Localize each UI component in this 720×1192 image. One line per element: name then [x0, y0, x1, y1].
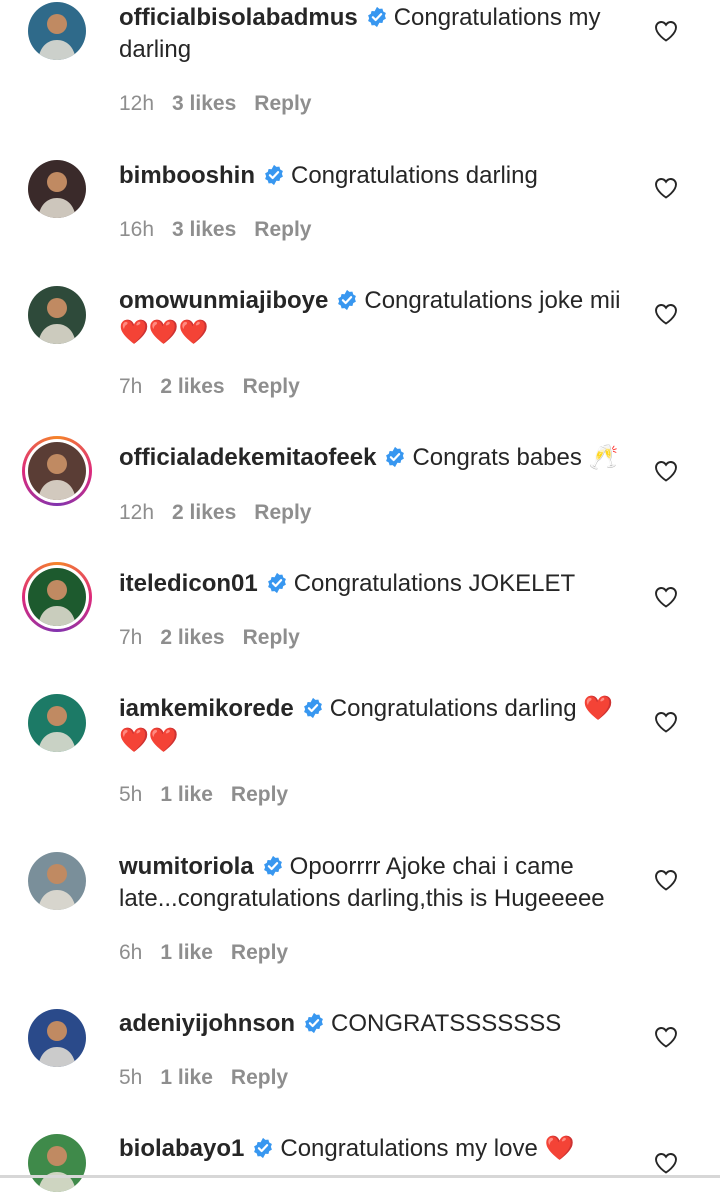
comment-meta: 5h 1 like Reply	[119, 783, 306, 807]
avatar[interactable]	[28, 160, 86, 218]
verified-badge-icon	[252, 1136, 274, 1159]
reply-button[interactable]: Reply	[231, 941, 288, 964]
comment-body: bimbooshin Congratulations darling	[119, 160, 639, 192]
verified-badge-icon	[366, 5, 388, 28]
comment-body: iamkemikorede Congratulations darling ❤️❤…	[119, 693, 639, 757]
verified-badge-icon	[266, 571, 288, 594]
avatar[interactable]	[28, 1134, 86, 1192]
comment-timestamp: 7h	[119, 375, 143, 398]
reply-button[interactable]: Reply	[231, 1066, 288, 1089]
verified-badge-icon	[262, 854, 284, 877]
comment-likes-count[interactable]: 1 like	[160, 941, 213, 964]
comment-timestamp: 16h	[119, 218, 155, 241]
avatar[interactable]	[28, 1009, 86, 1067]
heart-outline-icon[interactable]	[654, 20, 678, 42]
reply-button[interactable]: Reply	[243, 626, 300, 649]
verified-badge-icon	[303, 1011, 325, 1034]
comment-body: officialadekemitaofeek Congrats babes 🥂	[119, 442, 639, 474]
comment-timestamp: 12h	[119, 92, 155, 115]
comment-body: officialbisolabadmus Congratulations my d…	[119, 2, 639, 66]
heart-outline-icon[interactable]	[654, 869, 678, 891]
comment-body: omowunmiajiboye Congratulations joke mii❤…	[119, 285, 639, 349]
avatar[interactable]	[28, 286, 86, 344]
heart-outline-icon[interactable]	[654, 1152, 678, 1174]
comment-meta: 6h 1 like Reply	[119, 941, 306, 965]
verified-badge-icon	[336, 288, 358, 311]
comment-body: biolabayo1 Congratulations my love ❤️	[119, 1133, 639, 1165]
comment-likes-count[interactable]: 1 like	[160, 783, 213, 806]
comment-likes-count[interactable]: 2 likes	[172, 501, 236, 524]
comment-username[interactable]: officialadekemitaofeek	[119, 444, 376, 471]
comment-text: Congratulations my love ❤️	[280, 1135, 575, 1162]
comment-username[interactable]: wumitoriola	[119, 853, 254, 880]
avatar[interactable]	[28, 694, 86, 752]
heart-outline-icon[interactable]	[654, 303, 678, 325]
reply-button[interactable]: Reply	[243, 375, 300, 398]
comment-body: adeniyijohnson CONGRATSSSSSSS	[119, 1008, 639, 1040]
comment-likes-count[interactable]: 1 like	[160, 1066, 213, 1089]
reply-button[interactable]: Reply	[254, 218, 311, 241]
comment-meta: 12h 3 likes Reply	[119, 92, 329, 116]
comment-timestamp: 5h	[119, 783, 143, 806]
verified-badge-icon	[263, 163, 285, 186]
comment-likes-count[interactable]: 2 likes	[160, 626, 224, 649]
heart-outline-icon[interactable]	[654, 460, 678, 482]
avatar[interactable]	[22, 436, 92, 506]
comment-username[interactable]: adeniyijohnson	[119, 1010, 295, 1037]
avatar[interactable]	[28, 2, 86, 60]
comment-meta: 7h 2 likes Reply	[119, 375, 318, 399]
heart-outline-icon[interactable]	[654, 177, 678, 199]
comment-timestamp: 7h	[119, 626, 143, 649]
comment-meta: 16h 3 likes Reply	[119, 218, 329, 242]
comment-likes-count[interactable]: 3 likes	[172, 92, 236, 115]
comment-text: Congratulations JOKELET	[293, 570, 576, 597]
comment-likes-count[interactable]: 2 likes	[160, 375, 224, 398]
avatar[interactable]	[22, 562, 92, 632]
comment-likes-count[interactable]: 3 likes	[172, 218, 236, 241]
heart-outline-icon[interactable]	[654, 711, 678, 733]
comment-username[interactable]: iamkemikorede	[119, 695, 294, 722]
comment-username[interactable]: omowunmiajiboye	[119, 287, 328, 314]
comment-text: Congratulations darling	[290, 162, 538, 189]
comment-body: wumitoriola Opoorrrr Ajoke chai i came la…	[119, 851, 639, 915]
avatar[interactable]	[28, 852, 86, 910]
comment-username[interactable]: iteledicon01	[119, 570, 258, 597]
reply-button[interactable]: Reply	[254, 501, 311, 524]
bottom-divider	[0, 1175, 720, 1178]
comment-timestamp: 6h	[119, 941, 143, 964]
comment-meta: 12h 2 likes Reply	[119, 501, 329, 525]
comment-username[interactable]: biolabayo1	[119, 1135, 244, 1162]
comment-text: CONGRATSSSSSSS	[331, 1010, 562, 1037]
comment-timestamp: 12h	[119, 501, 155, 524]
comment-meta: 7h 2 likes Reply	[119, 626, 318, 650]
reply-button[interactable]: Reply	[231, 783, 288, 806]
verified-badge-icon	[302, 696, 324, 719]
heart-outline-icon[interactable]	[654, 1026, 678, 1048]
comment-body: iteledicon01 Congratulations JOKELET	[119, 568, 639, 600]
comment-text: Congrats babes 🥂	[412, 444, 619, 471]
comment-meta: 5h 1 like Reply	[119, 1066, 306, 1090]
comment-username[interactable]: officialbisolabadmus	[119, 4, 358, 31]
heart-outline-icon[interactable]	[654, 586, 678, 608]
comment-username[interactable]: bimbooshin	[119, 162, 255, 189]
comment-timestamp: 5h	[119, 1066, 143, 1089]
verified-badge-icon	[384, 445, 406, 468]
reply-button[interactable]: Reply	[254, 92, 311, 115]
